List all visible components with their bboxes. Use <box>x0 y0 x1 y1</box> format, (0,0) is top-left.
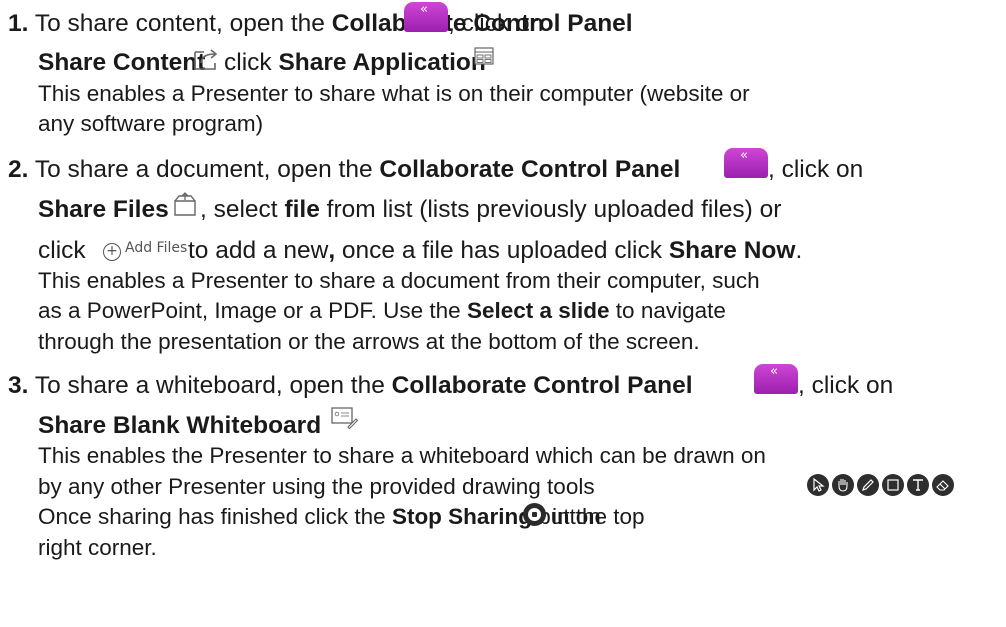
step-text: Once sharing has finished click the <box>38 504 392 529</box>
stop-sharing-icon <box>523 503 546 526</box>
control-panel-label: Collaborate Control Panel <box>379 156 681 183</box>
step-text: , select <box>200 196 285 223</box>
pen-tool-icon <box>857 474 879 496</box>
step-1-line-2-rest: click Share Application <box>224 49 486 76</box>
collaborate-control-panel-icon <box>754 364 798 394</box>
step-text: To share a document, open the <box>34 156 380 183</box>
step-3-line-1-end: , click on <box>798 372 894 399</box>
step-text: . <box>795 237 803 264</box>
select-a-slide-label: Select a slide <box>466 298 610 323</box>
step-2-line-2: Share Files <box>38 196 169 223</box>
step-text: To share a whiteboard, open the <box>34 372 392 399</box>
eraser-tool-icon <box>932 474 954 496</box>
step-2-line-2-rest: , select file from list (lists previousl… <box>200 196 782 223</box>
step-3-line-2: Share Blank Whiteboard <box>38 412 322 439</box>
share-now-label: Share Now <box>668 237 796 264</box>
share-content-label: Share Content <box>38 49 206 76</box>
whiteboard-icon <box>331 407 358 430</box>
step-2-desc-3: through the presentation or the arrows a… <box>38 329 700 354</box>
step-3-desc-1: This enables the Presenter to share a wh… <box>38 443 766 468</box>
step-2-line-1-end: , click on <box>768 156 864 183</box>
share-files-icon <box>174 192 196 216</box>
step-3-desc-3: Once sharing has finished click the Stop… <box>38 504 601 529</box>
stop-sharing-label: Stop Sharing <box>391 504 532 529</box>
step-3-desc-3-end: in the top <box>552 504 645 529</box>
select-tool-icon <box>807 474 829 496</box>
collaborate-control-panel-icon <box>724 148 768 178</box>
collaborate-control-panel-icon <box>404 2 448 32</box>
share-files-label: Share Files <box>38 196 169 223</box>
step-text: To share content, open the <box>34 10 332 37</box>
step-3-desc-4: right corner. <box>38 535 157 560</box>
step-3-line-1: 3. To share a whiteboard, open the Colla… <box>8 372 693 399</box>
step-text: click <box>224 49 279 76</box>
step-text: as a PowerPoint, Image or a PDF. Use the <box>38 298 467 323</box>
step-text: once a file has uploaded click <box>335 237 669 264</box>
step-2-line-3-rest: to add a new, once a file has uploaded c… <box>188 237 803 264</box>
file-label: file <box>284 196 320 223</box>
step-1-line-1-end: , click on <box>448 10 544 37</box>
step-number: 2. <box>8 156 29 183</box>
step-2-line-3-start: click <box>38 237 86 264</box>
text-tool-icon <box>907 474 929 496</box>
step-number: 3. <box>8 372 29 399</box>
add-files-icon: + <box>103 243 121 261</box>
step-2-desc-2: as a PowerPoint, Image or a PDF. Use the… <box>38 298 726 323</box>
share-blank-whiteboard-label: Share Blank Whiteboard <box>38 412 322 439</box>
shape-tool-icon <box>882 474 904 496</box>
step-text: to navigate <box>609 298 726 323</box>
step-text: from list (lists previously uploaded fil… <box>319 196 782 223</box>
step-1-desc-1: This enables a Presenter to share what i… <box>38 81 750 106</box>
share-application-label: Share Application <box>278 49 486 76</box>
pan-tool-icon <box>832 474 854 496</box>
share-application-icon <box>474 47 494 65</box>
step-1-desc-2: any software program) <box>38 111 264 136</box>
control-panel-label: Collaborate Control Panel <box>391 372 693 399</box>
step-2-desc-1: This enables a Presenter to share a docu… <box>38 268 760 293</box>
step-number: 1. <box>8 10 29 37</box>
add-files-button: + Add Files <box>103 240 187 261</box>
step-1-line-2: Share Content <box>38 49 206 76</box>
step-text: to add a new <box>188 237 329 264</box>
share-content-icon <box>194 49 218 70</box>
add-files-label: Add Files <box>125 240 188 256</box>
step-2-line-1: 2. To share a document, open the Collabo… <box>8 156 681 183</box>
step-3-desc-2: by any other Presenter using the provide… <box>38 474 595 499</box>
